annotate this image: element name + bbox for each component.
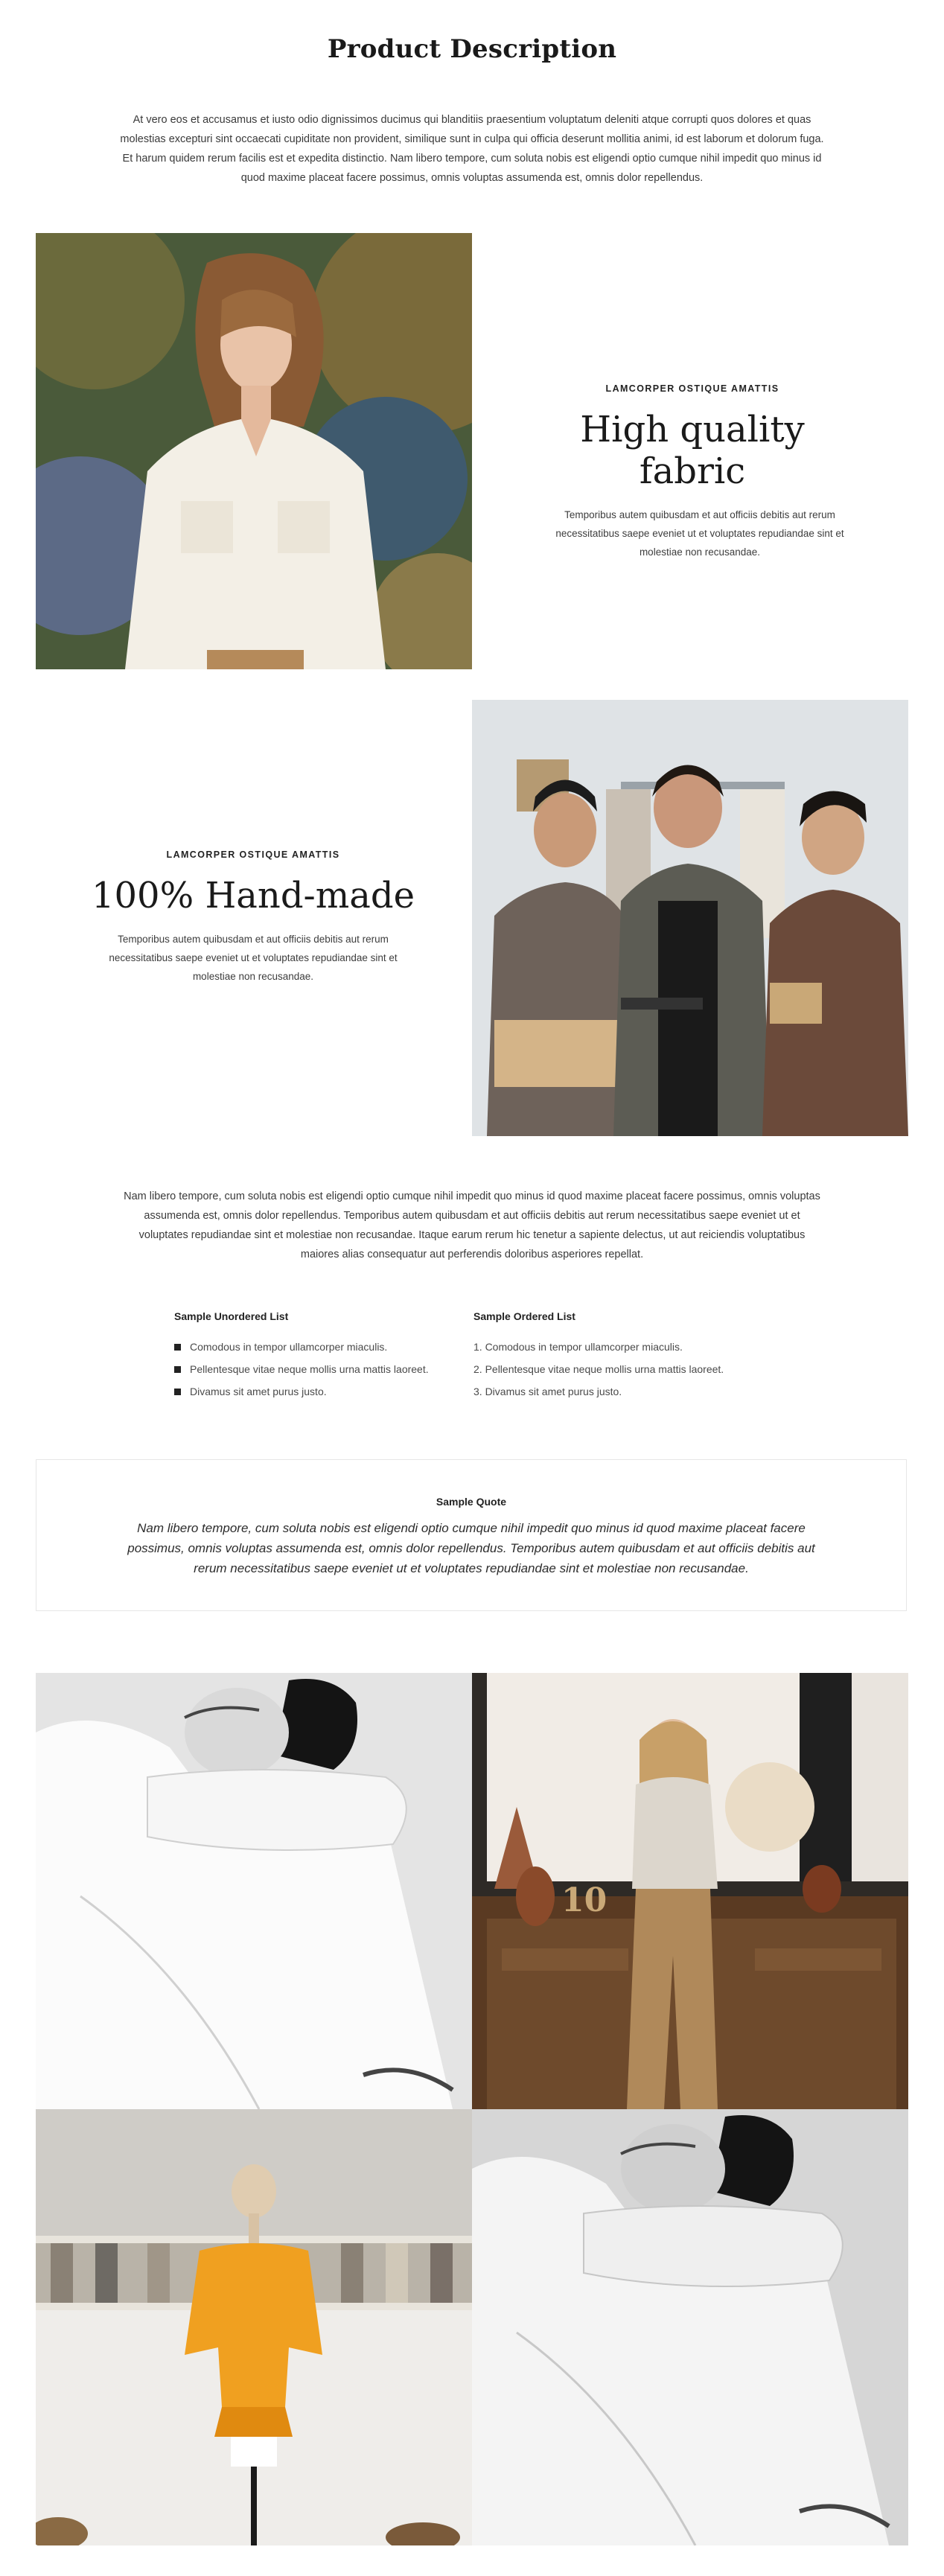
feature-high-quality: LAMCORPER OSTIQUE AMATTIS High quality f… [536, 383, 849, 561]
list-item: Divamus sit amet purus justo. [174, 1380, 457, 1403]
body-paragraph: Nam libero tempore, cum soluta nobis est… [124, 1190, 820, 1260]
list-item: Pellentesque vitae neque mollis urna mat… [174, 1358, 457, 1380]
feature1-title: High quality fabric [580, 409, 805, 492]
gallery-decor-number: 10 [561, 1881, 607, 1919]
quote-title: Sample Quote [436, 1496, 507, 1508]
bullet-icon [174, 1388, 181, 1395]
list-item: Comodous in tempor ullamcorper miaculis. [174, 1336, 457, 1358]
feature2-text: Temporibus autem quibusdam et aut offici… [109, 934, 398, 982]
feature-hand-made: LAMCORPER OSTIQUE AMATTIS 100% Hand-made… [89, 849, 417, 986]
page-title: Product Description [327, 34, 617, 64]
gallery-image-mannequin [36, 2109, 472, 2545]
quote-block: Sample Quote Nam libero tempore, cum sol… [36, 1459, 907, 1611]
list-item: 1. Comodous in tempor ullamcorper miacul… [473, 1341, 683, 1353]
unordered-list: Sample Unordered List Comodous in tempor… [174, 1310, 457, 1403]
feature1-text: Temporibus autem quibusdam et aut offici… [555, 509, 844, 558]
gallery-image-woman-desk: 10 [472, 1673, 908, 2109]
feature2-title: 100% Hand-made [91, 875, 415, 916]
bullet-icon [174, 1365, 181, 1373]
feature2-eyebrow: LAMCORPER OSTIQUE AMATTIS [166, 849, 340, 860]
list-item: 3. Divamus sit amet purus justo. [473, 1386, 622, 1397]
list-item: 2. Pellentesque vitae neque mollis urna … [473, 1363, 724, 1375]
bullet-icon [174, 1343, 181, 1351]
unordered-list-title: Sample Unordered List [174, 1310, 289, 1322]
ordered-list: Sample Ordered List 1. Comodous in tempo… [473, 1310, 771, 1403]
gallery-image-bw-woman [36, 1673, 472, 2109]
ordered-list-title: Sample Ordered List [473, 1310, 575, 1322]
woman-white-blouse-image [36, 233, 472, 669]
gallery-image-bw-woman-2 [472, 2109, 908, 2545]
feature1-eyebrow: LAMCORPER OSTIQUE AMATTIS [605, 383, 779, 394]
intro-paragraph: At vero eos et accusamus et iusto odio d… [120, 114, 824, 184]
three-men-workshop-image [472, 700, 908, 1136]
quote-text: Nam libero tempore, cum soluta nobis est… [127, 1521, 815, 1575]
